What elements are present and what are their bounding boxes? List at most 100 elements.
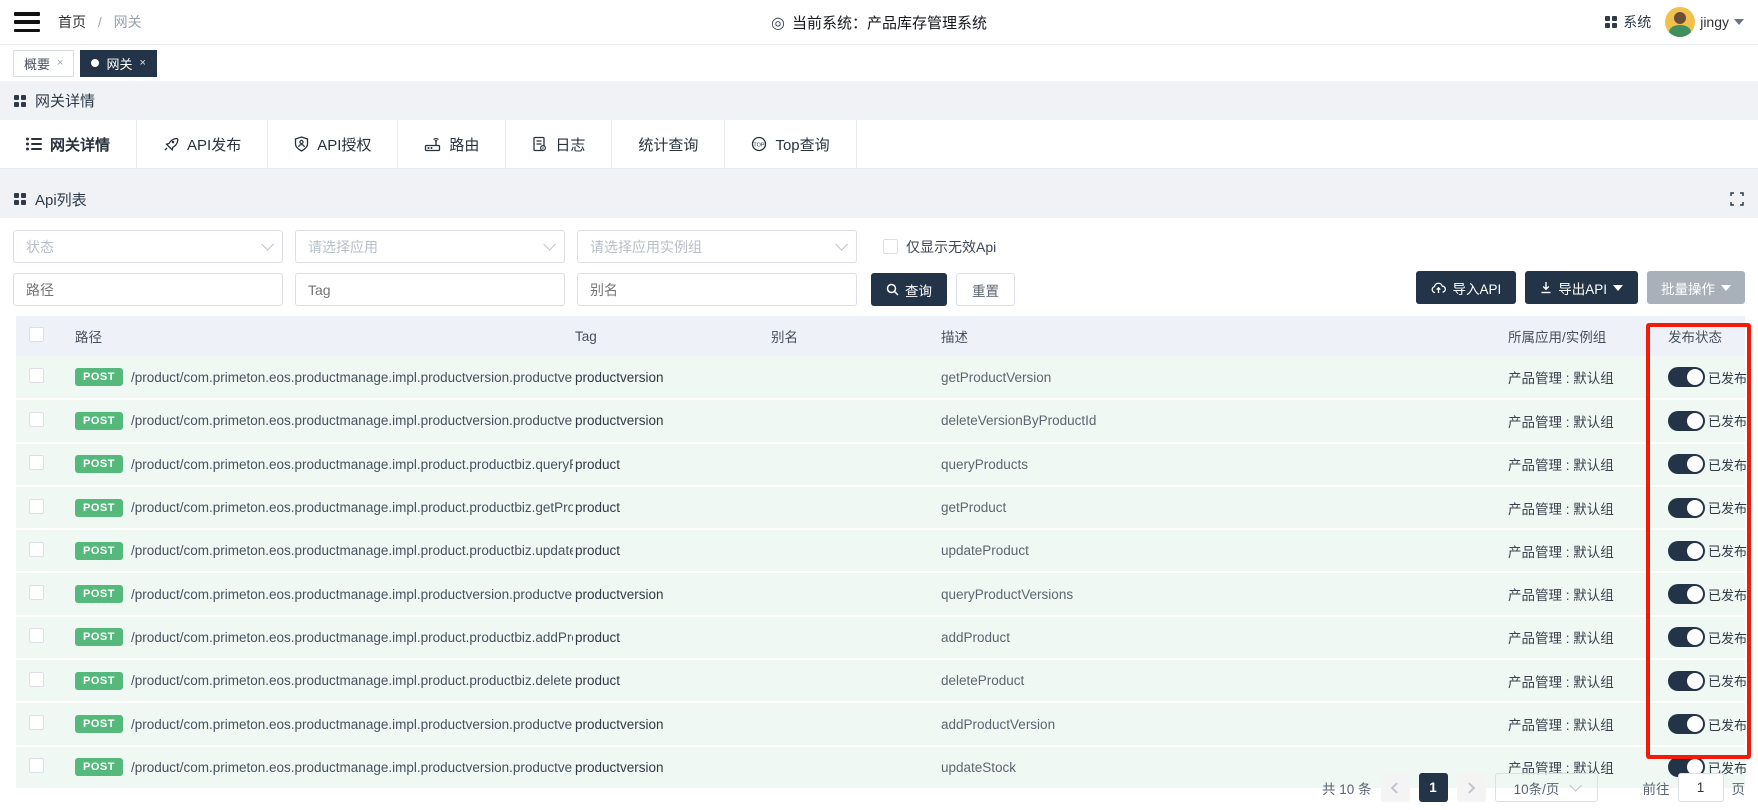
api-description: queryProducts xyxy=(941,457,1028,472)
chevron-down-icon xyxy=(261,238,274,251)
table-row: POST /product/com.primeton.eos.productma… xyxy=(16,356,1745,399)
publish-toggle[interactable] xyxy=(1668,584,1705,604)
grid-icon xyxy=(14,95,26,107)
tab-api-publish[interactable]: API发布 xyxy=(137,120,268,168)
publish-toggle[interactable] xyxy=(1668,367,1705,387)
publish-toggle[interactable] xyxy=(1668,714,1705,734)
publish-toggle[interactable] xyxy=(1668,541,1705,561)
chevron-down-icon xyxy=(543,238,556,251)
api-description: deleteProduct xyxy=(941,673,1024,688)
row-checkbox[interactable] xyxy=(29,585,44,600)
row-checkbox[interactable] xyxy=(29,628,44,643)
row-checkbox[interactable] xyxy=(29,499,44,514)
search-button[interactable]: 查询 xyxy=(871,273,947,306)
goto-page-input[interactable] xyxy=(1678,773,1724,802)
gateway-tabs: 网关详情 API发布 API授权 路由 日志 统计查询 TOP Top查询 xyxy=(0,120,1758,169)
fullscreen-icon[interactable] xyxy=(1730,192,1744,206)
system-menu[interactable]: 系统 xyxy=(1605,12,1651,32)
row-checkbox[interactable] xyxy=(29,542,44,557)
tag-input[interactable] xyxy=(295,273,565,306)
api-tag: product xyxy=(575,457,620,472)
col-header-tag: Tag xyxy=(575,316,771,356)
api-path: /product/com.primeton.eos.productmanage.… xyxy=(131,717,573,732)
tab-chip-overview[interactable]: 概要 × xyxy=(13,50,74,77)
api-group: 产品管理 : 默认组 xyxy=(1508,502,1614,517)
chevron-down-icon xyxy=(1721,285,1731,291)
tab-stats-query[interactable]: 统计查询 xyxy=(612,120,725,168)
table-row: POST /product/com.primeton.eos.productma… xyxy=(16,529,1745,572)
total-count: 共 10 条 xyxy=(1322,778,1372,798)
row-checkbox[interactable] xyxy=(29,455,44,470)
table-row: POST /product/com.primeton.eos.productma… xyxy=(16,486,1745,529)
tab-route[interactable]: 路由 xyxy=(398,120,506,168)
checkbox[interactable] xyxy=(883,239,898,254)
tab-label: API授权 xyxy=(317,134,371,155)
row-checkbox[interactable] xyxy=(29,758,44,773)
method-badge: POST xyxy=(75,499,123,517)
api-path: /product/com.primeton.eos.productmanage.… xyxy=(131,587,573,602)
row-checkbox[interactable] xyxy=(29,672,44,687)
row-checkbox[interactable] xyxy=(29,368,44,383)
table-row: POST /product/com.primeton.eos.productma… xyxy=(16,702,1745,745)
row-checkbox[interactable] xyxy=(29,715,44,730)
reset-button[interactable]: 重置 xyxy=(956,273,1015,306)
close-icon[interactable]: × xyxy=(139,57,145,69)
panel-title: Api列表 xyxy=(35,189,87,210)
api-description: addProductVersion xyxy=(941,717,1055,732)
api-path: /product/com.primeton.eos.productmanage.… xyxy=(131,760,573,775)
publish-toggle[interactable] xyxy=(1668,454,1705,474)
tab-chip-label: 网关 xyxy=(106,54,132,73)
gateway-detail-section-header: 网关详情 xyxy=(0,81,1758,120)
api-tag: productversion xyxy=(575,717,664,732)
search-icon xyxy=(886,283,899,296)
api-tag: productversion xyxy=(575,760,664,775)
publish-status-label: 已发布 xyxy=(1708,498,1747,517)
api-path: /product/com.primeton.eos.productmanage.… xyxy=(131,370,573,385)
user-menu[interactable]: jingy xyxy=(1665,7,1744,37)
publish-toggle[interactable] xyxy=(1668,498,1705,518)
close-icon[interactable]: × xyxy=(57,57,63,69)
tab-log[interactable]: 日志 xyxy=(506,120,612,168)
row-checkbox[interactable] xyxy=(29,412,44,427)
col-header-alias: 别名 xyxy=(771,316,941,356)
api-path: /product/com.primeton.eos.productmanage.… xyxy=(131,630,573,645)
publish-status-label: 已发布 xyxy=(1708,715,1747,734)
publish-toggle[interactable] xyxy=(1668,411,1705,431)
breadcrumb-home[interactable]: 首页 xyxy=(58,14,86,30)
batch-actions-button[interactable]: 批量操作 xyxy=(1647,271,1745,304)
import-api-button[interactable]: 导入API xyxy=(1416,271,1516,304)
current-system-banner: ◎ 当前系统：产品库存管理系统 xyxy=(771,0,987,45)
tab-label: 网关详情 xyxy=(50,134,110,155)
next-page-button[interactable] xyxy=(1457,773,1486,802)
export-api-button[interactable]: 导出API xyxy=(1525,271,1638,304)
api-path: /product/com.primeton.eos.productmanage.… xyxy=(131,413,573,428)
path-input[interactable] xyxy=(13,273,283,306)
app-select[interactable]: 请选择应用 xyxy=(295,230,565,263)
select-placeholder: 请选择应用实例组 xyxy=(590,237,702,257)
breadcrumb-separator: / xyxy=(98,14,102,30)
publish-toggle[interactable] xyxy=(1668,671,1705,691)
api-group: 产品管理 : 默认组 xyxy=(1508,458,1614,473)
select-all-checkbox[interactable] xyxy=(29,327,44,342)
tab-gateway-detail[interactable]: 网关详情 xyxy=(0,120,137,168)
current-page[interactable]: 1 xyxy=(1419,773,1448,802)
tab-top-query[interactable]: TOP Top查询 xyxy=(725,120,856,168)
publish-toggle[interactable] xyxy=(1668,627,1705,647)
button-label: 重置 xyxy=(972,280,999,300)
system-menu-label: 系统 xyxy=(1623,12,1651,32)
page-size-select[interactable]: 10条/页 xyxy=(1495,773,1598,802)
status-select[interactable]: 状态 xyxy=(13,230,283,263)
publish-status-label: 已发布 xyxy=(1708,671,1747,690)
button-label: 导入API xyxy=(1452,278,1501,298)
hamburger-menu-icon[interactable] xyxy=(14,12,40,32)
prev-page-button[interactable] xyxy=(1381,773,1410,802)
top-icon: TOP xyxy=(751,136,767,152)
tab-chip-gateway[interactable]: 网关 × xyxy=(80,50,156,77)
invalid-only-checkbox-wrap[interactable]: 仅显示无效Api xyxy=(883,237,996,257)
grid-icon xyxy=(14,193,26,205)
tab-api-auth[interactable]: API授权 xyxy=(268,120,398,168)
breadcrumb-current: 网关 xyxy=(114,14,142,30)
alias-input[interactable] xyxy=(577,273,857,306)
api-tag: productversion xyxy=(575,370,664,385)
instance-group-select[interactable]: 请选择应用实例组 xyxy=(577,230,857,263)
